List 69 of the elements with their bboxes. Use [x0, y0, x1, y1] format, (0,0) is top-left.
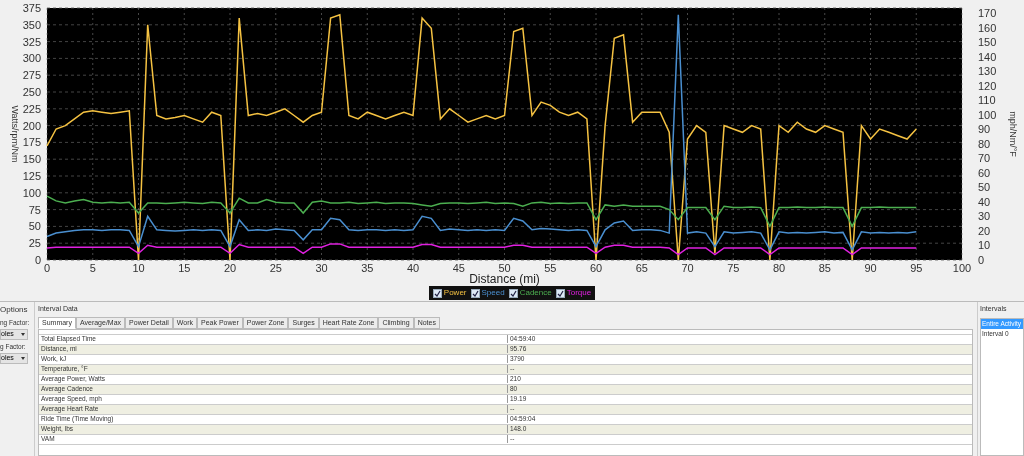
axis-tick-label: 170 — [978, 7, 997, 19]
axis-tick-label: 30 — [315, 262, 328, 274]
axis-tick-label: 50 — [498, 262, 511, 274]
axis-tick-label: 125 — [22, 170, 41, 182]
axis-tick-label: 25 — [28, 237, 41, 250]
axis-tick-label: 150 — [22, 153, 41, 166]
legend-checkbox[interactable] — [470, 288, 480, 298]
axis-tick-label: 275 — [22, 69, 41, 82]
axis-tick-label: 55 — [544, 262, 557, 274]
axis-tick-label: 110 — [978, 94, 996, 107]
axis-tick-label: 30 — [978, 210, 991, 223]
axis-tick-label: 15 — [178, 262, 191, 274]
axis-tick-label: 225 — [22, 102, 41, 115]
axis-tick-label: 95 — [910, 262, 923, 274]
panel-title: Options — [0, 304, 29, 316]
axis-title: Distance (mi) — [469, 272, 540, 286]
caret-icon — [21, 356, 25, 360]
axis-tick-label: 10 — [978, 239, 991, 252]
axis-tick-label: 25 — [269, 262, 282, 274]
axis-tick-label: 130 — [978, 65, 997, 78]
axis-tick-label: 20 — [223, 262, 237, 274]
axis-tick-label: 70 — [978, 152, 991, 165]
axis-tick-label: 50 — [28, 220, 41, 233]
axis-tick-label: 375 — [22, 2, 41, 14]
axis-tick-label: 160 — [978, 21, 997, 34]
legend-label: Cadence — [519, 287, 552, 299]
axis-tick-label: 60 — [589, 262, 603, 274]
axis-tick-label: 35 — [361, 262, 374, 274]
axis-tick-label: 100 — [978, 108, 997, 121]
axis-tick-label: 80 — [772, 262, 786, 274]
legend-label: Speed — [481, 287, 505, 299]
axis-tick-label: 40 — [978, 195, 991, 208]
axis-tick-label: 75 — [28, 203, 41, 216]
axis-title: mph/Nm/°F — [1008, 111, 1018, 157]
legend-checkbox[interactable] — [508, 288, 518, 298]
axis-tick-label: 0 — [34, 254, 41, 266]
axis-tick-label: 65 — [635, 262, 648, 274]
axis-tick-label: 20 — [978, 224, 991, 237]
axis-tick-label: 60 — [978, 166, 991, 179]
axis-tick-label: 80 — [978, 137, 991, 150]
axis-tick-label: 90 — [864, 262, 877, 274]
legend-label: Power — [443, 287, 467, 299]
axis-tick-label: 45 — [452, 262, 465, 274]
axis-tick-label: 100 — [22, 186, 41, 199]
axis-tick-label: 90 — [978, 123, 991, 136]
axis-tick-label: 120 — [978, 79, 997, 92]
legend-checkbox[interactable] — [432, 288, 442, 298]
axis-tick-label: 325 — [22, 35, 41, 48]
axis-tick-label: 100 — [952, 262, 972, 274]
axis-tick-label: 150 — [978, 36, 997, 49]
axis-tick-label: 350 — [22, 18, 41, 31]
axis-tick-label: 0 — [978, 254, 985, 266]
axis-tick-label: 0 — [43, 262, 51, 274]
axis-tick-label: 50 — [978, 181, 991, 194]
axis-tick-label: 75 — [727, 262, 740, 274]
axis-tick-label: 175 — [22, 136, 41, 149]
axis-tick-label: 200 — [22, 119, 41, 132]
axis-tick-label: 85 — [818, 262, 831, 274]
caret-icon — [21, 332, 25, 336]
axis-tick-label: 5 — [89, 262, 96, 274]
axis-tick-label: 10 — [132, 262, 145, 274]
axis-tick-label: 140 — [978, 50, 997, 63]
axis-tick-label: 70 — [681, 262, 694, 274]
axis-title: Watts/rpm/Nm — [10, 105, 20, 163]
axis-tick-label: 300 — [22, 52, 41, 65]
legend-label: Torque — [566, 287, 592, 299]
legend-checkbox[interactable] — [555, 288, 565, 298]
axis-tick-label: 40 — [406, 262, 420, 274]
axis-tick-label: 250 — [22, 86, 41, 98]
